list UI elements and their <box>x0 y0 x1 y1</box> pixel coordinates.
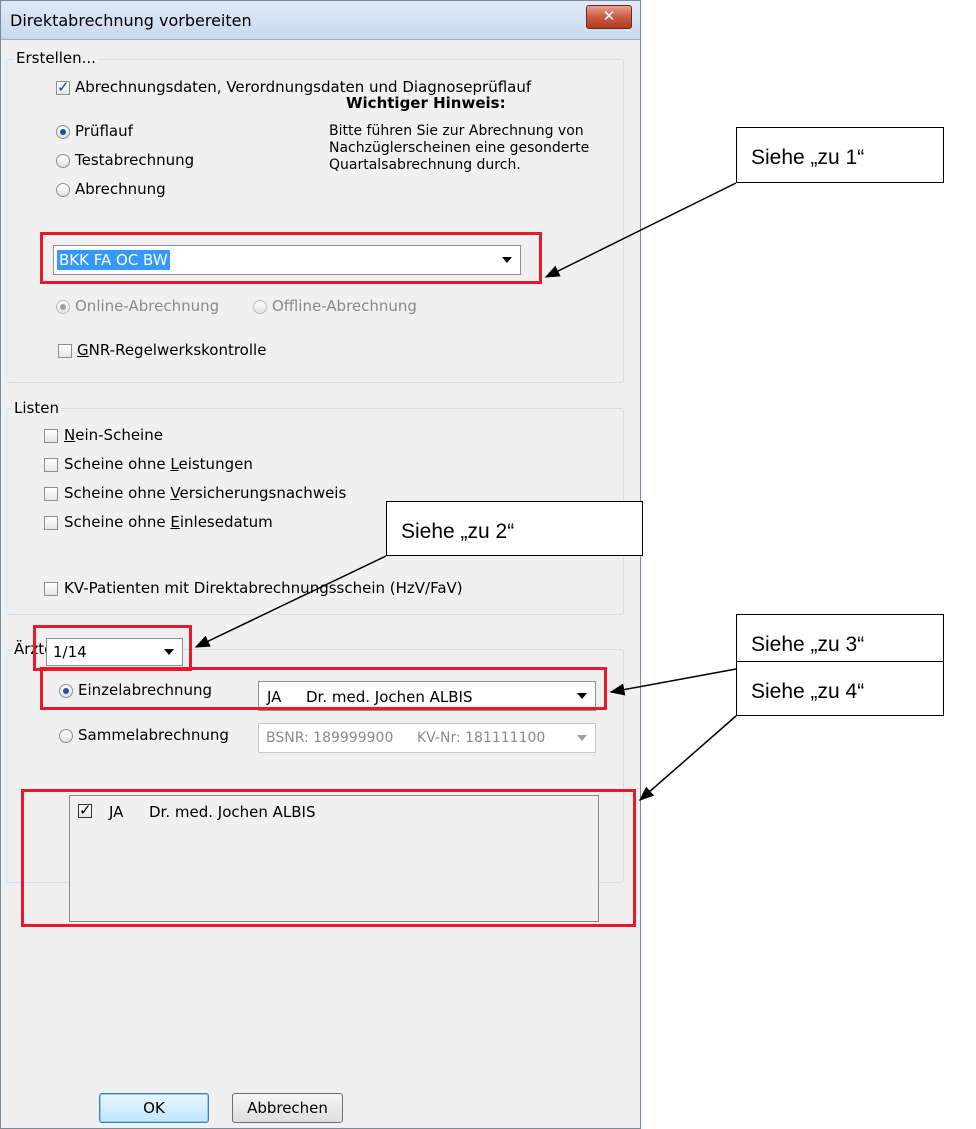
highlight-box-3 <box>40 667 607 710</box>
callout-4-text: Siehe „zu 4“ <box>751 680 865 703</box>
gnr-regelwerk-label: GNR-Regelwerkskontrolle <box>77 341 267 359</box>
close-icon <box>587 6 631 27</box>
sammelabrechnung-label: Sammelabrechnung <box>78 726 229 744</box>
online-abrechnung-radio[interactable] <box>56 300 70 314</box>
scheine-ohne-versicherungsnachweis-checkbox[interactable] <box>44 487 58 501</box>
online-abrechnung-label: Online-Abrechnung <box>75 297 220 315</box>
callout-3-text: Siehe „zu 3“ <box>751 633 865 656</box>
bsnr-value: BSNR: 189999900 <box>266 730 394 746</box>
dialog-window: Direktabrechnung vorbereiten Erstellen..… <box>0 0 641 1129</box>
hint-line: Nachzüglerscheinen eine gesonderte <box>329 140 590 156</box>
scheine-ohne-leistungen-label: Scheine ohne Leistungen <box>64 455 253 473</box>
callout-1-text: Siehe „zu 1“ <box>751 146 865 169</box>
hint-line: Quartalsabrechnung durch. <box>329 157 521 173</box>
hint-title: Wichtiger Hinweis: <box>346 94 506 112</box>
cancel-button[interactable]: Abbrechen <box>232 1093 343 1123</box>
callout-1: Siehe „zu 1“ <box>736 127 944 183</box>
highlight-box-2 <box>33 625 192 671</box>
hint-line: Bitte führen Sie zur Abrechnung von <box>329 123 584 139</box>
close-button[interactable] <box>586 5 632 29</box>
hint-text: Bitte führen Sie zur Abrechnung von Nach… <box>329 123 589 174</box>
erstellen-group-label: Erstellen... <box>14 49 98 67</box>
ok-button[interactable]: OK <box>99 1093 209 1123</box>
highlight-box-1 <box>40 232 542 284</box>
nein-scheine-label: Nein-Scheine <box>64 426 163 444</box>
offline-abrechnung-radio[interactable] <box>253 300 267 314</box>
gnr-regelwerk-checkbox[interactable] <box>58 344 72 358</box>
kvnr-value: KV-Nr: 181111100 <box>417 730 546 746</box>
arrow-4 <box>638 715 737 801</box>
title-bar: Direktabrechnung vorbereiten <box>1 1 640 40</box>
highlight-box-4 <box>21 789 636 927</box>
callout-2-text: Siehe „zu 2“ <box>401 520 515 543</box>
scheine-ohne-versicherungsnachweis-label: Scheine ohne Versicherungsnachweis <box>64 484 347 502</box>
abrechnung-label: Abrechnung <box>75 180 166 198</box>
scheine-ohne-einlesedatum-label: Scheine ohne Einlesedatum <box>64 513 273 531</box>
abrechnung-radio[interactable] <box>56 183 70 197</box>
callout-2: Siehe „zu 2“ <box>386 501 643 556</box>
pruflauf-radio[interactable] <box>56 125 70 139</box>
chevron-down-icon <box>577 735 587 741</box>
abrechnungsdaten-checkbox[interactable] <box>56 78 70 96</box>
listen-group-label: Listen <box>12 399 61 417</box>
sammelabrechnung-radio[interactable] <box>59 729 73 743</box>
testabrechnung-radio[interactable] <box>56 154 70 168</box>
offline-abrechnung-label: Offline-Abrechnung <box>272 297 417 315</box>
scheine-ohne-einlesedatum-checkbox[interactable] <box>44 516 58 530</box>
scheine-ohne-leistungen-checkbox[interactable] <box>44 458 58 472</box>
kv-patienten-label: KV-Patienten mit Direktabrechnungsschein… <box>64 579 463 597</box>
testabrechnung-label: Testabrechnung <box>75 151 195 169</box>
sammel-bsnr-select[interactable]: BSNR: 189999900 KV-Nr: 181111100 <box>258 723 596 753</box>
kv-patienten-checkbox[interactable] <box>44 582 58 596</box>
pruflauf-label: Prüflauf <box>75 122 133 140</box>
callout-4: Siehe „zu 4“ <box>736 661 944 716</box>
window-title: Direktabrechnung vorbereiten <box>10 11 252 30</box>
erstellen-group <box>6 59 624 383</box>
nein-scheine-checkbox[interactable] <box>44 429 58 443</box>
